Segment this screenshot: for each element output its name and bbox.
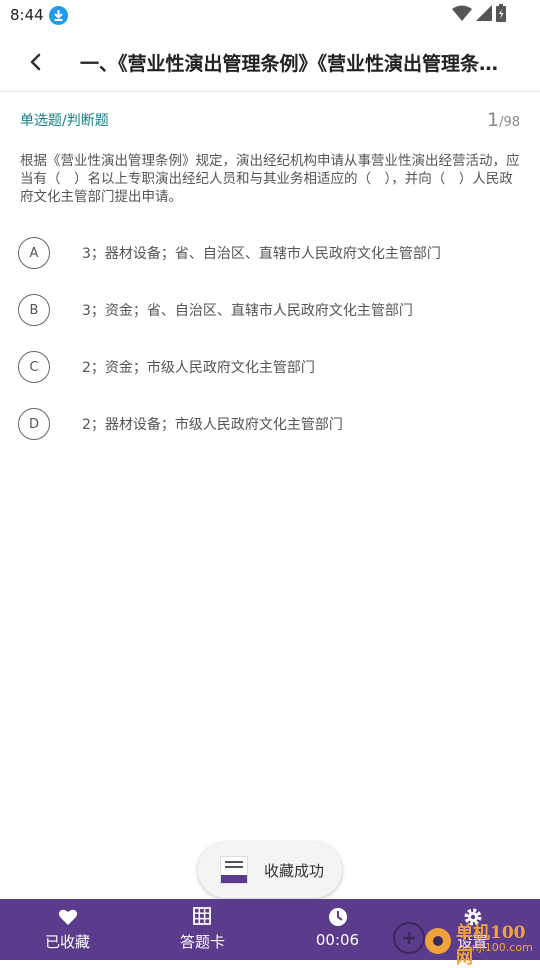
favorite-label: 已收藏 xyxy=(44,933,90,951)
toast: 收藏成功 xyxy=(198,842,342,898)
heart-icon xyxy=(58,907,78,927)
timer-button[interactable]: 00:06 xyxy=(270,899,405,960)
header: 一、《营业性演出管理条例》《营业性演出管理条例》 xyxy=(0,32,540,92)
question-type-label: 单选题/判断题 xyxy=(20,113,109,129)
watermark-url: danji100.com xyxy=(458,941,533,954)
question-current: 1 xyxy=(486,109,500,131)
option-letter: B xyxy=(18,294,50,326)
page-title: 一、《营业性演出管理条例》《营业性演出管理条例》 xyxy=(80,53,510,75)
status-bar: 8:44 xyxy=(0,0,540,32)
favorite-button[interactable]: 已收藏 xyxy=(0,899,135,960)
option-text: 3；器材设备；省、自治区、直辖市人民政府文化主管部门 xyxy=(82,246,441,262)
option-letter: C xyxy=(18,351,50,383)
status-time: 8:44 xyxy=(10,6,44,24)
wifi-icon xyxy=(452,5,472,25)
option-letter: A xyxy=(18,237,50,269)
option-text: 2；资金；市级人民政府文化主管部门 xyxy=(82,360,315,376)
option-d[interactable]: D 2；器材设备；市级人民政府文化主管部门 xyxy=(18,407,518,441)
question-text: 根据《营业性演出管理条例》规定，演出经纪机构申请从事营业性演出经营活动，应当有（… xyxy=(20,153,520,205)
question-total: /98 xyxy=(499,115,520,130)
option-text: 2；器材设备；市级人民政府文化主管部门 xyxy=(82,417,343,433)
clock-icon xyxy=(328,907,348,927)
question-counter: 1/98 xyxy=(487,109,520,131)
signal-icon xyxy=(476,5,492,25)
option-a[interactable]: A 3；器材设备；省、自治区、直辖市人民政府文化主管部门 xyxy=(18,236,518,270)
grid-icon xyxy=(192,907,213,927)
timer-label: 00:06 xyxy=(315,931,360,949)
battery-icon xyxy=(496,4,506,26)
toast-text: 收藏成功 xyxy=(264,861,325,880)
answer-card-button[interactable]: 答题卡 xyxy=(135,899,270,960)
download-icon xyxy=(49,6,68,25)
answer-card-label: 答题卡 xyxy=(179,933,225,951)
option-letter: D xyxy=(18,408,50,440)
app-logo-icon xyxy=(220,856,248,884)
back-icon[interactable] xyxy=(24,48,46,76)
option-b[interactable]: B 3；资金；省、自治区、直辖市人民政府文化主管部门 xyxy=(18,293,518,327)
option-text: 3；资金；省、自治区、直辖市人民政府文化主管部门 xyxy=(82,303,413,319)
option-c[interactable]: C 2；资金；市级人民政府文化主管部门 xyxy=(18,350,518,384)
